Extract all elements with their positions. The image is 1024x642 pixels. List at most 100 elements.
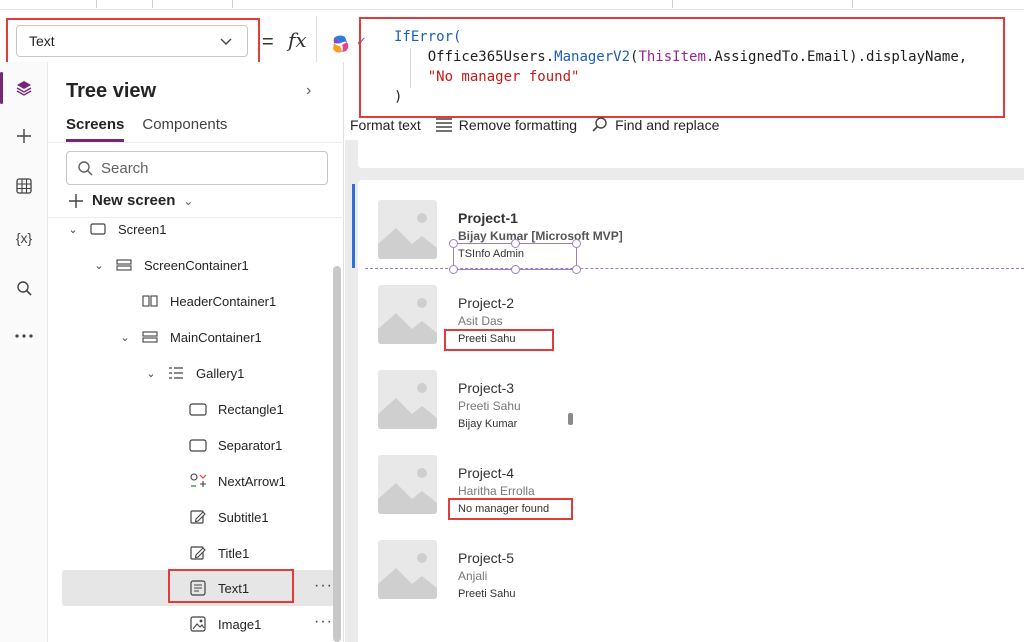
tree-view-layers-icon[interactable] [12, 76, 36, 100]
highlight-box-preeti [444, 329, 554, 351]
resize-handle[interactable] [449, 239, 458, 248]
chevron-down-icon[interactable]: ⌄ [118, 331, 132, 344]
insert-plus-icon[interactable] [12, 124, 36, 148]
tree-node-screencontainer1[interactable]: ⌄ ScreenContainer1 [92, 247, 249, 283]
tree-node-label: Title1 [218, 545, 250, 561]
tree-node-nextarrow1[interactable]: NextArrow1 [188, 463, 286, 499]
item-title: Project-4 [458, 465, 515, 481]
gallery-item[interactable]: Project-3 Preeti Sahu Bijay Kumar [358, 350, 1024, 435]
format-text-label: Format text [350, 117, 421, 133]
tree-scrollbar[interactable] [333, 266, 341, 642]
search-placeholder: Search [101, 159, 149, 177]
tree-node-image1[interactable]: Image1 [188, 606, 261, 642]
tree-node-rectangle1[interactable]: Rectangle1 [188, 391, 284, 427]
tabs-divider [48, 142, 344, 143]
gallery-item[interactable]: Project-5 Anjali Preeti Sahu [358, 520, 1024, 605]
item-title: Project-5 [458, 550, 515, 566]
chevron-down-icon[interactable]: ⌄ [66, 223, 80, 236]
variables-icon[interactable]: {x} [12, 226, 36, 250]
item-title: Project-1 [458, 210, 518, 226]
remove-formatting-icon [435, 118, 452, 132]
find-replace-label: Find and replace [615, 117, 720, 133]
tree-node-label: Subtitle1 [218, 509, 269, 525]
gallery-scroll-thumb[interactable] [568, 413, 573, 425]
top-strip [0, 0, 1024, 10]
new-screen-label: New screen [92, 192, 176, 209]
resize-handle[interactable] [511, 239, 520, 248]
remove-formatting-button[interactable]: Remove formatting [435, 117, 577, 133]
selected-item-indicator [352, 184, 355, 268]
highlight-box-formula [359, 17, 1005, 118]
tree-node-label: Screen1 [118, 221, 167, 237]
fx-icon[interactable]: fx [288, 28, 307, 52]
tree-node-headercontainer1[interactable]: HeaderContainer1 [140, 283, 276, 319]
tree-node-screen1[interactable]: ⌄ Screen1 [66, 211, 166, 247]
image-icon [188, 616, 208, 632]
tree-node-subtitle1[interactable]: Subtitle1 [188, 499, 269, 535]
highlight-box-text1 [168, 569, 294, 603]
tree-node-label: Image1 [218, 616, 262, 632]
collapse-pane-chevron-icon[interactable]: › [306, 82, 311, 100]
item-subtitle: Asit Das [458, 314, 503, 328]
item-subtitle: Haritha Errolla [458, 484, 535, 498]
canvas-area: Project-1 Bijay Kumar [Microsoft MVP] TSIn… [345, 140, 1024, 642]
chevron-down-icon[interactable]: ⌄ [92, 259, 106, 272]
tree-view-title: Tree view [66, 80, 157, 102]
tree-tabs: Screens Components [66, 116, 227, 142]
image-placeholder-icon [378, 455, 437, 514]
more-icon[interactable] [12, 324, 36, 348]
search-icon [592, 117, 607, 132]
horizontal-container-icon [140, 293, 160, 309]
tree-node-label: Gallery1 [196, 365, 245, 381]
image-placeholder-icon [378, 200, 437, 259]
edit-label-icon [188, 509, 208, 525]
vertical-container-icon [114, 257, 134, 273]
image-placeholder-icon [378, 370, 437, 429]
more-options-icon[interactable]: ··· [314, 577, 333, 595]
tree-view-pane: Tree view › Screens Components Search Ne… [48, 62, 344, 642]
rectangle-icon [188, 401, 208, 417]
resize-handle[interactable] [449, 265, 458, 274]
tree-node-label: Separator1 [218, 437, 283, 453]
search-icon[interactable] [12, 276, 36, 300]
tree-node-label: HeaderContainer1 [170, 293, 277, 309]
resize-handle[interactable] [572, 265, 581, 274]
edit-label-icon [188, 545, 208, 561]
tree-node-separator1[interactable]: Separator1 [188, 427, 282, 463]
chevron-down-icon[interactable]: ⌄ [144, 367, 158, 380]
data-table-icon[interactable] [12, 174, 36, 198]
item-subtitle: Bijay Kumar [Microsoft MVP] [458, 229, 623, 243]
find-replace-button[interactable]: Find and replace [591, 116, 719, 134]
image-placeholder-icon [378, 285, 437, 344]
plus-icon [69, 193, 83, 208]
tree-node-label: NextArrow1 [218, 473, 286, 489]
highlight-box-no-manager [448, 498, 573, 520]
rectangle-icon [188, 437, 208, 453]
icon-control-icon [188, 473, 208, 489]
gallery-icon [166, 365, 186, 381]
tree-search-input[interactable]: Search [66, 151, 328, 185]
more-options-icon[interactable]: ··· [314, 613, 333, 631]
remove-formatting-label: Remove formatting [458, 117, 578, 133]
resize-handle[interactable] [572, 239, 581, 248]
tab-components[interactable]: Components [142, 116, 227, 142]
tab-screens[interactable]: Screens [66, 116, 125, 142]
selected-text1-box[interactable] [449, 239, 581, 274]
chevron-down-icon: ⌄ [183, 193, 194, 208]
tree-node-gallery1[interactable]: ⌄ Gallery1 [144, 355, 244, 391]
item-subtitle: Anjali [458, 569, 488, 583]
tree-node-title1[interactable]: Title1 [188, 535, 249, 571]
tree-node-label: MainContainer1 [170, 329, 262, 345]
tree-node-label: ScreenContainer1 [144, 257, 249, 273]
copilot-icon[interactable] [330, 33, 352, 55]
item-title: Project-2 [458, 295, 515, 311]
search-icon [78, 161, 93, 176]
tree-node-maincontainer1[interactable]: ⌄ MainContainer1 [118, 319, 262, 355]
resize-handle[interactable] [511, 265, 520, 274]
formula-toolbar: Format text Remove formatting Find and r… [316, 110, 1024, 140]
active-rail-indicator [0, 72, 3, 104]
header-container[interactable] [358, 140, 1024, 168]
item-manager-text: Preeti Sahu [458, 588, 516, 600]
item-manager-text: Bijay Kumar [458, 418, 518, 430]
new-screen-button[interactable]: New screen ⌄ [68, 192, 193, 209]
